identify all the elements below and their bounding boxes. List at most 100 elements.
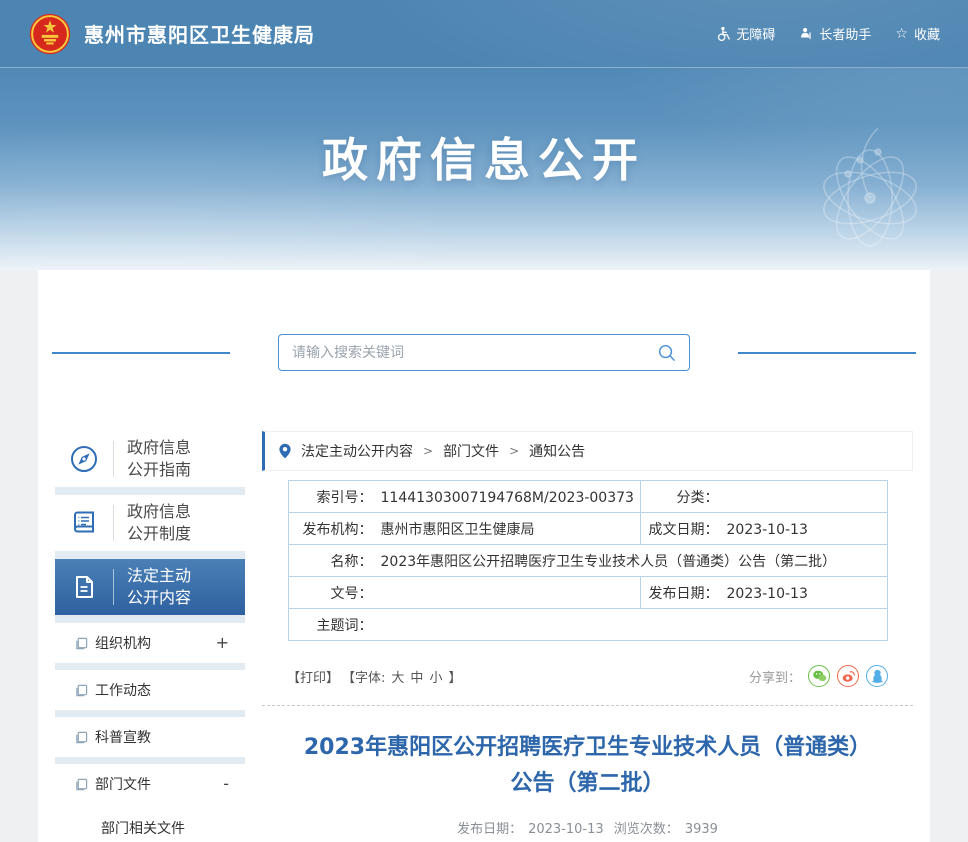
article-meta: 发布日期： 2023-10-13 浏览次数： 3939: [262, 818, 913, 837]
page-icon: [75, 778, 88, 791]
star-icon: ☆: [895, 25, 908, 42]
search-row: [38, 334, 930, 371]
font-size-prefix: 【字体:: [342, 670, 386, 686]
keywords-label: 主题词：: [316, 617, 373, 634]
right-decorative-line: [738, 351, 916, 354]
breadcrumb-separator: >: [509, 444, 520, 458]
category-label: 分类：: [676, 489, 719, 506]
sidebar-item-work-news-label: 工作动态: [95, 683, 151, 699]
dashed-divider: [262, 705, 913, 706]
index-number-label: 索引号：: [316, 489, 373, 506]
sidebar-item-statutory-content[interactable]: 法定主动 公开内容: [55, 559, 245, 615]
font-size-large-button[interactable]: 大: [391, 671, 404, 686]
publish-date-value: 2023-10-13: [726, 585, 808, 602]
index-number-cell: 索引号： 11441303007194768M/2023-00373: [287, 480, 641, 513]
name-label: 名称：: [330, 553, 373, 570]
page-icon: [75, 684, 88, 697]
sidebar-item-department-files-label: 部门文件: [95, 777, 151, 793]
written-date-cell: 成文日期： 2023-10-13: [639, 512, 888, 545]
table-row: 主题词：: [287, 608, 888, 641]
font-size-suffix: 】: [448, 670, 462, 686]
article-publish-date: 2023-10-13: [528, 821, 604, 837]
font-size-medium-button[interactable]: 中: [410, 671, 423, 686]
written-date-label: 成文日期：: [648, 521, 719, 538]
publisher-value: 惠州市惠阳区卫生健康局: [380, 521, 535, 538]
sidebar-item-guide[interactable]: 政府信息 公开指南: [55, 431, 245, 487]
wechat-share-icon[interactable]: [808, 665, 830, 687]
font-size-small-button[interactable]: 小: [429, 671, 442, 686]
sidebar-item-department-related-files[interactable]: 部门相关文件: [55, 804, 245, 838]
sidebar-item-system-label: 政府信息 公开制度: [127, 502, 192, 543]
category-cell: 分类：: [639, 480, 888, 513]
publish-date-cell: 发布日期： 2023-10-13: [639, 576, 888, 609]
sidebar-item-system[interactable]: 政府信息 公开制度: [55, 495, 245, 551]
name-value: 2023年惠阳区公开招聘医疗卫生专业技术人员（普通类）公告（第二批）: [380, 553, 837, 570]
book-icon: [55, 508, 113, 538]
keywords-cell: 主题词：: [287, 608, 888, 641]
breadcrumb-department-files[interactable]: 部门文件: [443, 441, 499, 461]
page-icon: [75, 637, 88, 650]
index-number-value: 11441303007194768M/2023-00373: [380, 489, 634, 506]
qq-share-icon[interactable]: [866, 665, 888, 687]
sidebar-item-organization-label: 组织机构: [95, 636, 151, 652]
sidebar: 政府信息 公开指南 政府信息 公开制度 法定主动 公开内容 组织机构 + 工作动…: [55, 431, 245, 842]
sidebar-item-statutory-content-label: 法定主动 公开内容: [127, 566, 192, 607]
weibo-share-icon[interactable]: [837, 665, 859, 687]
table-row: 名称： 2023年惠阳区公开招聘医疗卫生专业技术人员（普通类）公告（第二批）: [287, 544, 888, 577]
document-icon: [55, 573, 113, 601]
breadcrumb-separator: >: [423, 444, 434, 458]
search-box: [278, 334, 690, 371]
flower-decoration-icon: [823, 127, 917, 247]
article-controls: 【打印】 【字体: 大中小】 分享到：: [287, 665, 888, 687]
search-icon[interactable]: [657, 343, 676, 362]
table-row: 文号： 发布日期： 2023-10-13: [287, 576, 888, 609]
compass-icon: [55, 444, 113, 474]
wheelchair-icon: [718, 26, 731, 41]
name-cell: 名称： 2023年惠阳区公开招聘医疗卫生专业技术人员（普通类）公告（第二批）: [287, 544, 888, 577]
breadcrumb-statutory-content[interactable]: 法定主动公开内容: [301, 441, 413, 461]
site-title: 惠州市惠阳区卫生健康局: [84, 23, 315, 47]
favorite-label: 收藏: [913, 28, 940, 43]
sidebar-item-organization[interactable]: 组织机构 +: [55, 623, 245, 663]
breadcrumb: 法定主动公开内容 > 部门文件 > 通知公告: [262, 431, 913, 471]
share-bar: 分享到：: [749, 665, 888, 687]
expand-toggle[interactable]: +: [216, 635, 229, 651]
article-title: 2023年惠阳区公开招聘医疗卫生专业技术人员（普通类）公告（第二批）: [303, 735, 872, 797]
elder-helper-label: 长者助手: [819, 28, 872, 43]
accessibility-link[interactable]: 无障碍: [715, 24, 775, 43]
sidebar-item-science-education[interactable]: 科普宣教: [55, 717, 245, 757]
doc-number-label: 文号：: [330, 585, 373, 602]
sidebar-item-work-news[interactable]: 工作动态: [55, 670, 245, 710]
site-header: 惠州市惠阳区卫生健康局 无障碍 长者助手 ☆ 收藏: [0, 0, 968, 68]
doc-number-cell: 文号：: [287, 576, 641, 609]
favorite-link[interactable]: ☆ 收藏: [895, 24, 940, 44]
publisher-label: 发布机构：: [302, 521, 373, 538]
page-banner: 政府信息公开: [0, 68, 968, 270]
search-input[interactable]: [292, 344, 657, 361]
table-row: 索引号： 11441303007194768M/2023-00373 分类：: [287, 480, 888, 513]
sidebar-item-department-files[interactable]: 部门文件 -: [55, 764, 245, 804]
article-views: 3939: [684, 821, 718, 837]
main-content: 法定主动公开内容 > 部门文件 > 通知公告 索引号： 1144130300719…: [262, 431, 913, 842]
publisher-cell: 发布机构： 惠州市惠阳区卫生健康局: [287, 512, 641, 545]
page-icon: [75, 731, 88, 744]
elder-person-icon: [801, 27, 812, 39]
collapse-toggle[interactable]: -: [223, 776, 229, 792]
sidebar-item-guide-label: 政府信息 公开指南: [127, 438, 192, 479]
elder-helper-link[interactable]: 长者助手: [799, 24, 871, 43]
accessibility-label: 无障碍: [736, 28, 776, 43]
header-utility-links: 无障碍 长者助手 ☆ 收藏: [715, 24, 940, 43]
written-date-value: 2023-10-13: [726, 521, 808, 538]
sidebar-item-science-education-label: 科普宣教: [95, 730, 151, 746]
article-publish-date-label: 发布日期：: [457, 821, 523, 837]
breadcrumb-notices[interactable]: 通知公告: [529, 441, 585, 461]
article-views-label: 浏览次数：: [613, 821, 679, 837]
share-label: 分享到：: [748, 670, 801, 686]
document-info-table: 索引号： 11441303007194768M/2023-00373 分类： 发布…: [287, 480, 888, 641]
table-row: 发布机构： 惠州市惠阳区卫生健康局 成文日期： 2023-10-13: [287, 512, 888, 545]
banner-title: 政府信息公开: [322, 133, 646, 187]
print-button[interactable]: 【打印】: [287, 667, 339, 686]
sidebar-group-department-files: 部门文件 - 部门相关文件: [55, 764, 245, 842]
national-emblem-icon: [29, 13, 71, 54]
font-size-controls: 【字体: 大中小】: [339, 667, 464, 686]
